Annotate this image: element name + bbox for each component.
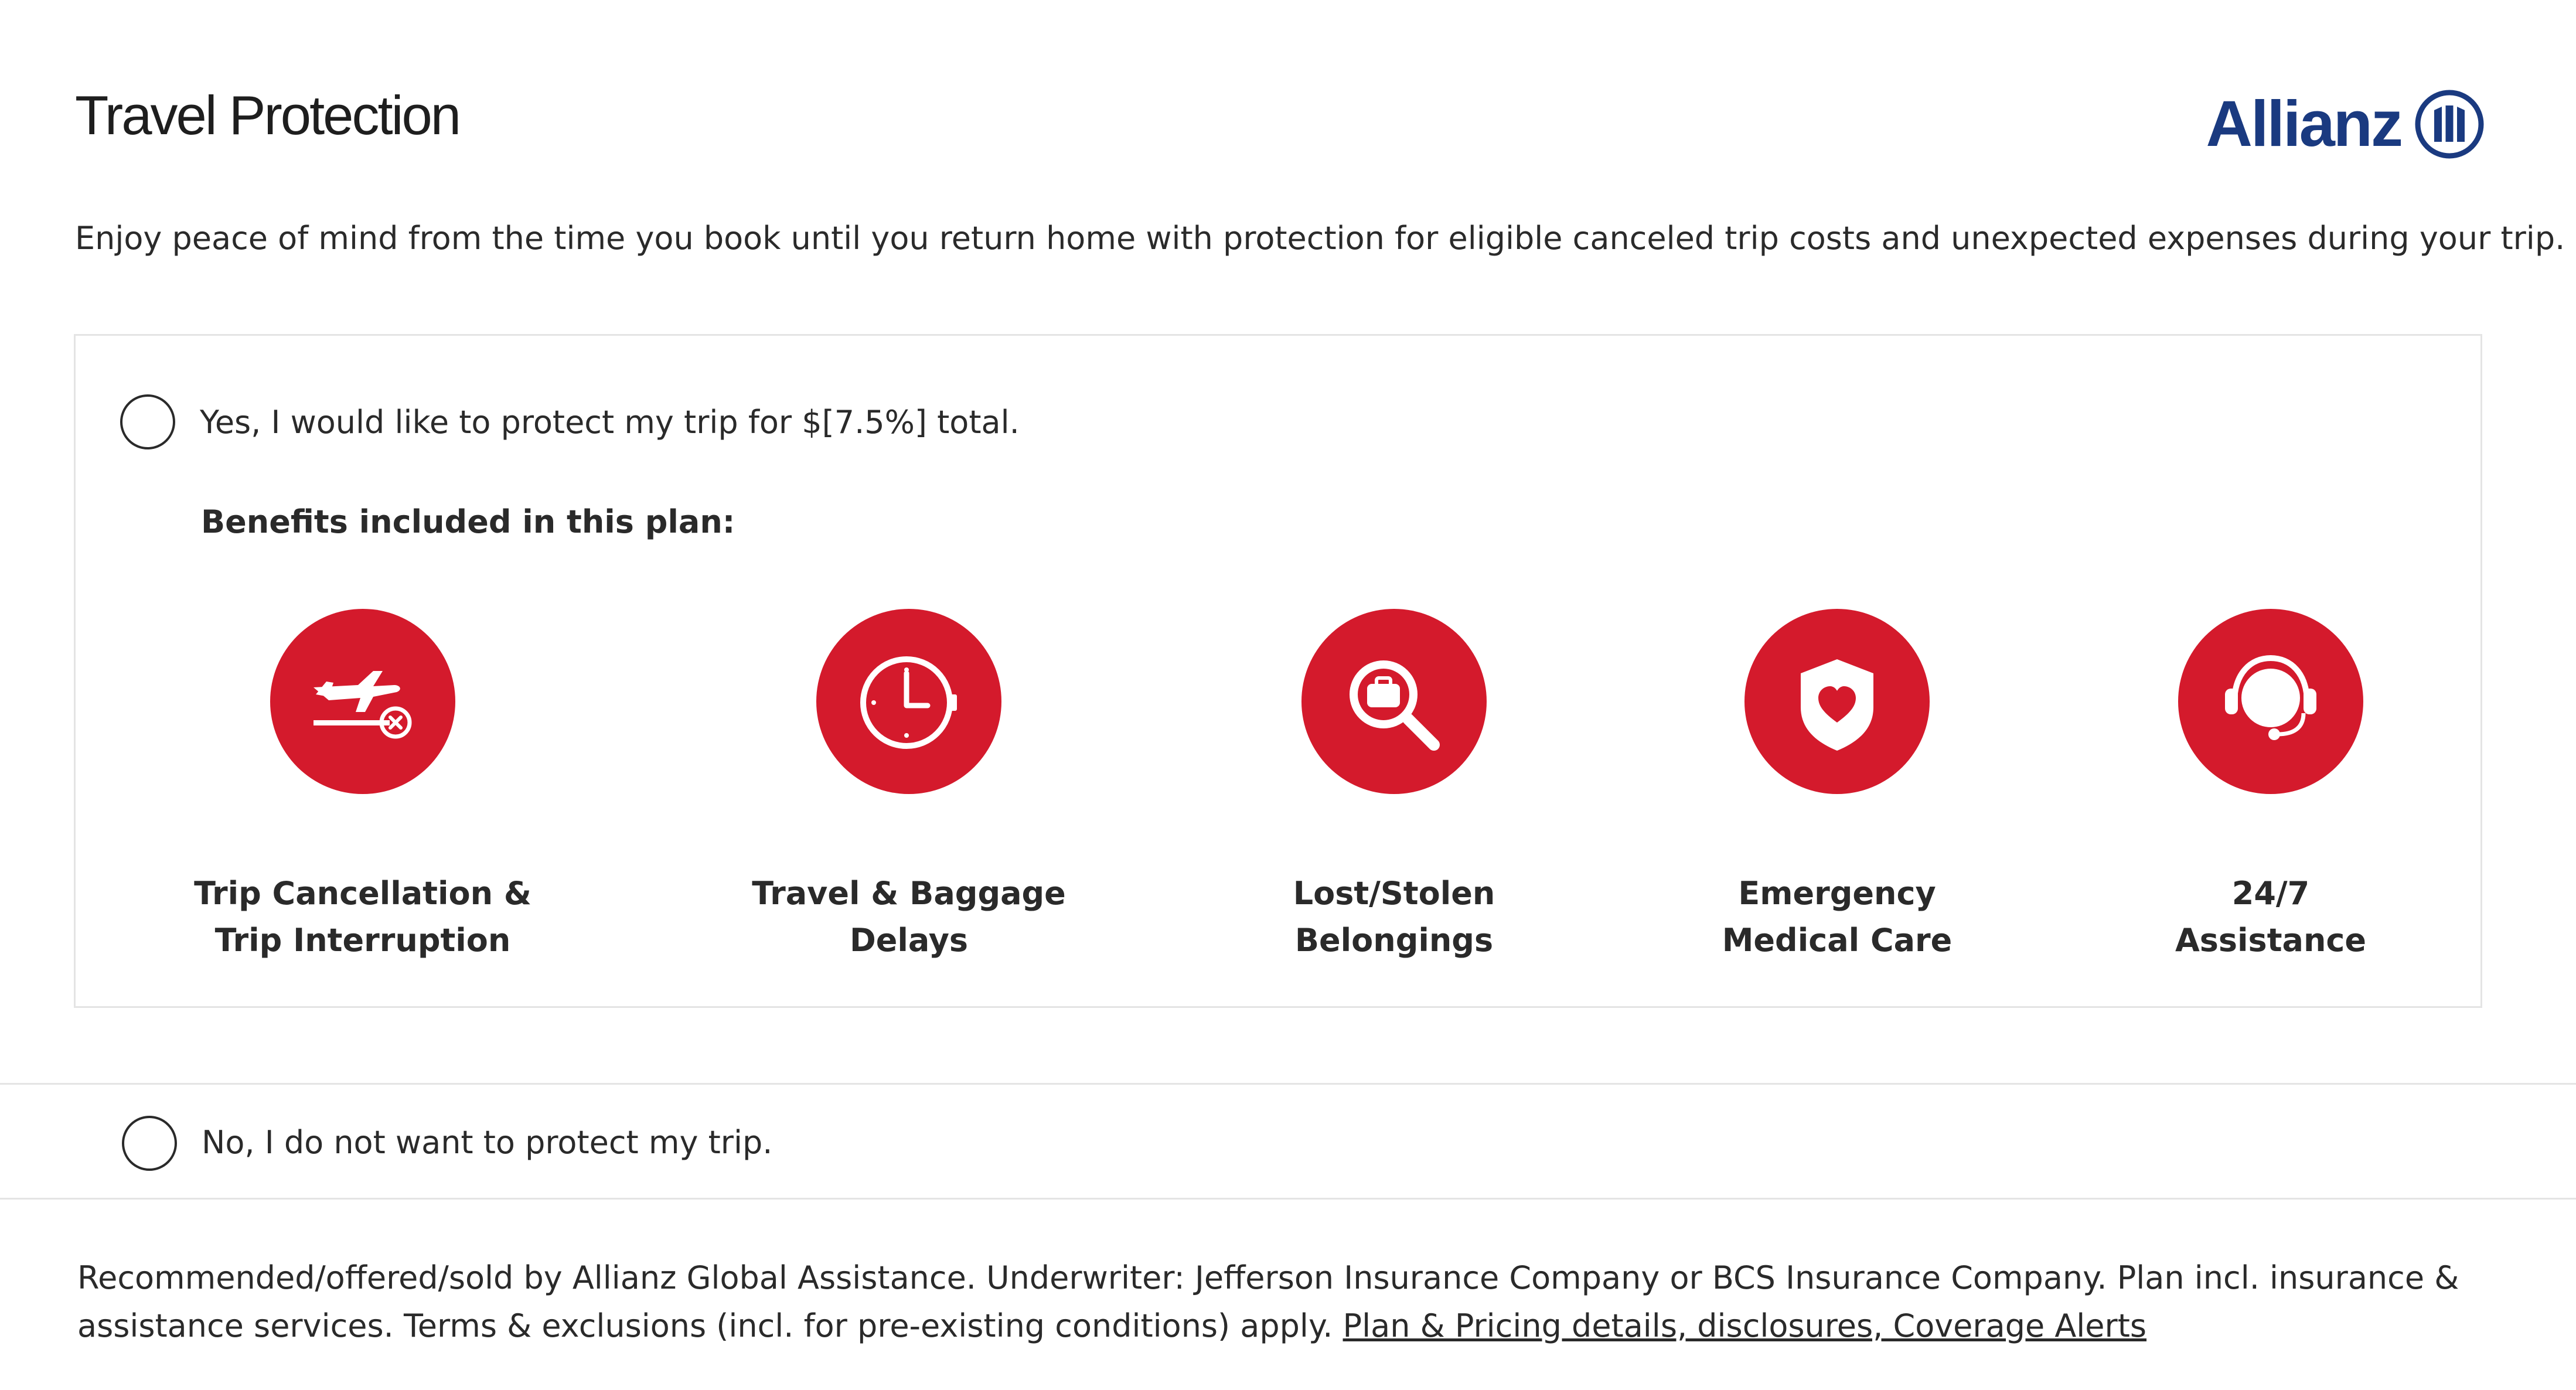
benefit-label: Emergency Medical Care <box>1722 875 1953 959</box>
disclaimer: Recommended/offered/sold by Allianz Glob… <box>77 1254 2480 1350</box>
page-title: Travel Protection <box>75 84 461 146</box>
yes-option-label[interactable]: Yes, I would like to protect my trip for… <box>200 404 1020 442</box>
protection-plan-option: Yes, I would like to protect my trip for… <box>74 334 2482 1008</box>
search-luggage-icon <box>1301 609 1487 794</box>
divider <box>0 1198 2576 1200</box>
plane-cancel-icon <box>270 609 455 794</box>
intro-text: Enjoy peace of mind from the time you bo… <box>75 220 2565 257</box>
allianz-eagle-icon <box>2415 90 2484 159</box>
benefit-lost-stolen-belongings: Lost/Stolen Belongings <box>1177 609 1611 964</box>
no-option-label[interactable]: No, I do not want to protect my trip. <box>202 1124 772 1162</box>
headset-icon <box>2178 609 2363 794</box>
clock-icon <box>816 609 1001 794</box>
benefit-travel-baggage-delays: Travel & Baggage Delays <box>692 609 1126 964</box>
benefit-label: 24/7 Assistance <box>2175 875 2367 959</box>
benefit-trip-cancellation: Trip Cancellation & Trip Interruption <box>146 609 580 964</box>
no-radio[interactable] <box>122 1116 177 1171</box>
yes-radio[interactable] <box>120 394 175 449</box>
benefit-label: Lost/Stolen Belongings <box>1293 875 1495 959</box>
logo-wordmark: Allianz <box>2206 88 2403 160</box>
benefit-emergency-medical-care: Emergency Medical Care <box>1620 609 2054 964</box>
allianz-logo: Allianz <box>2206 89 2485 159</box>
divider <box>0 1083 2576 1085</box>
benefit-label: Travel & Baggage Delays <box>752 875 1066 959</box>
plan-details-link[interactable]: Plan & Pricing details, disclosures, Cov… <box>1343 1307 2147 1344</box>
shield-heart-icon <box>1744 609 1930 794</box>
benefit-24-7-assistance: 24/7 Assistance <box>2054 609 2488 964</box>
benefit-label: Trip Cancellation & Trip Interruption <box>194 875 531 959</box>
benefits-heading: Benefits included in this plan: <box>201 503 735 540</box>
